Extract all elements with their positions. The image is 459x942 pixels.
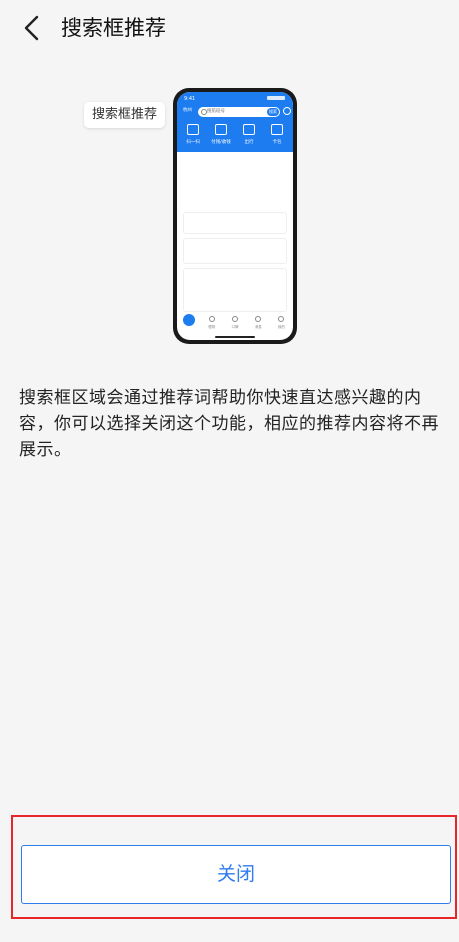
- phone-tab-bar: 理财 口碑 消息 我的: [177, 312, 293, 334]
- page-title: 搜索框推荐: [61, 16, 166, 40]
- scan-icon: [187, 124, 199, 135]
- phone-illustration: 9:41 杭州 搜航班号 搜索 扫一扫 付钱/收钱 出行 卡包 理财 口碑 消息: [173, 88, 297, 344]
- pay-icon: [215, 124, 227, 135]
- phone-status-icons: [267, 96, 285, 100]
- koubei-icon: [232, 316, 238, 322]
- phone-home-indicator: [215, 336, 255, 338]
- phone-quick-grid: 扫一扫 付钱/收钱 出行 卡包: [179, 122, 291, 148]
- phone-tab: 消息: [247, 312, 270, 334]
- card-icon: [271, 124, 283, 135]
- phone-tab: 理财: [200, 312, 223, 334]
- travel-icon: [243, 124, 255, 135]
- phone-content-card: [183, 212, 287, 234]
- feature-description: 搜索框区域会通过推荐词帮助你快速直达感兴趣的内容，你可以选择关闭这个功能，相应的…: [19, 388, 439, 460]
- close-button[interactable]: 关闭: [21, 845, 451, 904]
- wealth-icon: [208, 316, 215, 322]
- phone-status-time: 9:41: [184, 96, 196, 102]
- message-icon: [255, 316, 262, 322]
- home-icon: [182, 314, 195, 326]
- phone-city: 杭州: [183, 108, 192, 113]
- phone-tab: 我的: [270, 312, 293, 334]
- phone-tab: [177, 312, 200, 334]
- plus-circle-icon: [283, 107, 291, 115]
- phone-tab: 口碑: [223, 312, 246, 334]
- back-button[interactable]: [20, 12, 48, 44]
- phone-screen: 9:41 杭州 搜航班号 搜索 扫一扫 付钱/收钱 出行 卡包 理财 口碑 消息: [177, 92, 293, 340]
- phone-search-box: 搜航班号 搜索: [198, 107, 280, 117]
- illustration-tooltip: 搜索框推荐: [84, 102, 165, 128]
- phone-header: 9:41 杭州 搜航班号 搜索 扫一扫 付钱/收钱 出行 卡包: [177, 92, 293, 152]
- chevron-left-icon: [24, 15, 39, 41]
- phone-grid-item: 卡包: [263, 122, 291, 148]
- profile-icon: [278, 316, 285, 322]
- phone-grid-item: 扫一扫: [179, 122, 207, 148]
- phone-content-card: [183, 268, 287, 312]
- phone-grid-item: 出行: [235, 122, 263, 148]
- phone-search-placeholder: 搜航班号: [207, 109, 225, 114]
- phone-content-card: [183, 238, 287, 264]
- phone-grid-item: 付钱/收钱: [207, 122, 235, 148]
- navigation-bar: 搜索框推荐: [0, 0, 459, 56]
- phone-search-button: 搜索: [267, 108, 279, 116]
